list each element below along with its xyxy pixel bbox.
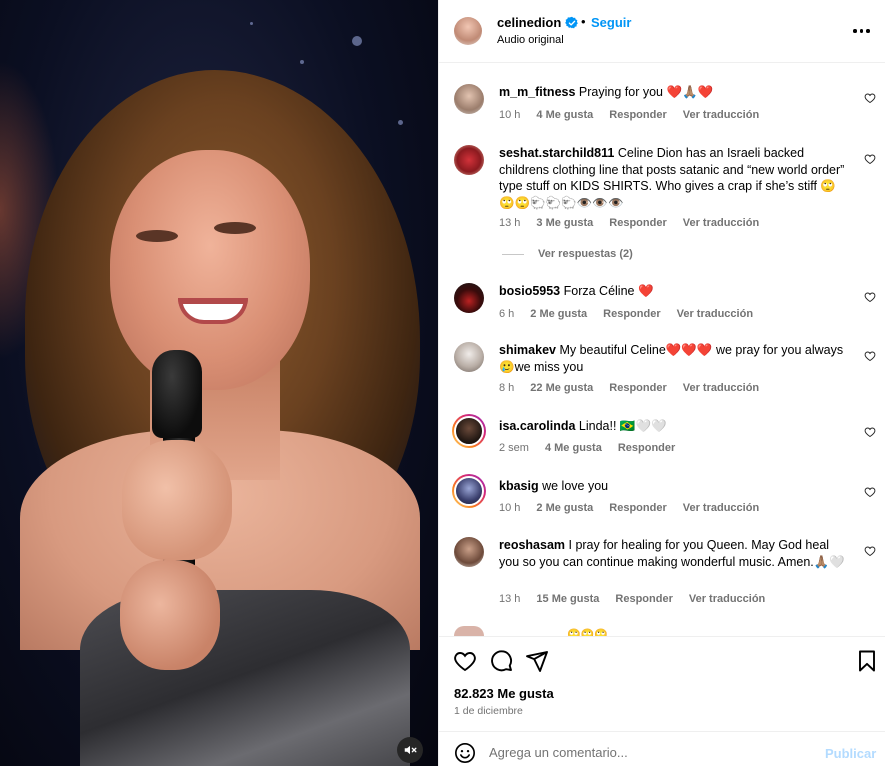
commenter-avatar[interactable] [452, 414, 486, 448]
follow-button[interactable]: Seguir [591, 15, 631, 30]
commenter-avatar[interactable] [454, 283, 484, 313]
view-replies-label: Ver respuestas (2) [538, 248, 633, 260]
mute-button[interactable] [397, 737, 423, 763]
comment-meta: 6 h 2 Me gusta Responder Ver traducción [499, 308, 753, 320]
comment-time[interactable]: 13 h [499, 217, 520, 229]
stage-sparkle [352, 36, 362, 46]
translate-button[interactable]: Ver traducción [683, 502, 759, 514]
commenter-avatar[interactable] [454, 537, 484, 567]
translate-button[interactable]: Ver traducción [683, 109, 759, 121]
translate-button[interactable]: Ver traducción [683, 217, 759, 229]
comment-heart-icon[interactable] [864, 153, 876, 165]
likes-count[interactable]: 82.823 Me gusta [454, 686, 554, 701]
post-video[interactable] [0, 0, 438, 766]
comment-username[interactable]: seshat.starchild811 [499, 146, 614, 160]
comment-heart-icon[interactable] [864, 486, 876, 498]
comment-heart-icon[interactable] [864, 92, 876, 104]
comment-likes[interactable]: 4 Me gusta [536, 109, 593, 121]
author-username[interactable]: celinedion [497, 15, 561, 30]
reply-button[interactable]: Responder [609, 502, 666, 514]
comment-likes[interactable]: 2 Me gusta [530, 308, 587, 320]
commenter-avatar[interactable] [452, 474, 486, 508]
post-actions: 82.823 Me gusta 1 de diciembre [439, 636, 885, 731]
comment-username[interactable]: m_m_fitness [499, 85, 575, 99]
comment-heart-icon[interactable] [864, 350, 876, 362]
translate-button[interactable]: Ver traducción [689, 593, 765, 605]
performer-face [110, 150, 310, 390]
view-replies-button[interactable]: Ver respuestas (2) [502, 248, 633, 260]
post-header: celinedion • Seguir Audio original [439, 0, 885, 63]
replies-divider [502, 253, 524, 255]
comment-heart-icon[interactable] [864, 545, 876, 557]
more-options-icon[interactable] [853, 24, 871, 38]
stage-sparkle [398, 120, 403, 125]
stage-sparkle [250, 22, 253, 25]
performer-hand [120, 560, 220, 670]
reply-button[interactable]: Responder [615, 593, 672, 605]
commenter-avatar[interactable] [454, 145, 484, 175]
comment-text: Forza Céline ❤️ [563, 284, 654, 298]
commenter-photo [454, 476, 484, 506]
comment-heart-icon[interactable] [864, 426, 876, 438]
comment-meta: 10 h 2 Me gusta Responder Ver traducción [499, 502, 759, 514]
comment-meta: 8 h 22 Me gusta Responder Ver traducción [499, 382, 759, 394]
comment-text: Linda!! 🇧🇷🤍🤍 [578, 419, 667, 433]
comment-likes[interactable]: 3 Me gusta [536, 217, 593, 229]
comment-time[interactable]: 8 h [499, 382, 514, 394]
comment-meta: 10 h 4 Me gusta Responder Ver traducción [499, 109, 759, 121]
post-details-panel: celinedion • Seguir Audio original m_m_f… [438, 0, 885, 766]
reply-button[interactable]: Responder [609, 382, 666, 394]
comment-likes[interactable]: 4 Me gusta [545, 442, 602, 454]
comment-time[interactable]: 13 h [499, 593, 520, 605]
comment-username[interactable]: reoshasam [499, 538, 565, 552]
partial-comment-text: 🙄🙄🙄 [567, 629, 609, 636]
performer-eye [136, 230, 178, 242]
performer-hand [122, 440, 232, 560]
commenter-avatar-partial[interactable] [454, 626, 484, 636]
comment-heart-icon[interactable] [864, 291, 876, 303]
reply-button[interactable]: Responder [609, 217, 666, 229]
add-comment-bar: Publicar [439, 731, 885, 766]
stage-sparkle [300, 60, 304, 64]
comment-time[interactable]: 10 h [499, 502, 520, 514]
microphone-head [152, 350, 202, 438]
comment-text: Praying for you ❤️🙏🏽❤️ [578, 85, 714, 99]
reply-button[interactable]: Responder [603, 308, 660, 320]
author-avatar[interactable] [454, 17, 482, 45]
translate-button[interactable]: Ver traducción [683, 382, 759, 394]
commenter-photo [454, 416, 484, 446]
comment-likes[interactable]: 22 Me gusta [530, 382, 593, 394]
comment-text: we love you [542, 479, 609, 493]
comment-username[interactable]: shimakev [499, 343, 556, 357]
mute-icon [404, 745, 417, 755]
post-date[interactable]: 1 de diciembre [454, 705, 523, 717]
bookmark-icon[interactable] [855, 649, 879, 673]
comment-likes[interactable]: 2 Me gusta [536, 502, 593, 514]
comment-username[interactable]: bosio5953 [499, 284, 560, 298]
heart-icon[interactable] [453, 649, 477, 673]
comment-time[interactable]: 10 h [499, 109, 520, 121]
comment-meta: 13 h 15 Me gusta Responder Ver traducció… [499, 593, 765, 605]
translate-button[interactable]: Ver traducción [677, 308, 753, 320]
commenter-avatar[interactable] [454, 342, 484, 372]
comment-meta: 13 h 3 Me gusta Responder Ver traducción [499, 217, 759, 229]
performer-eye [214, 222, 256, 234]
comment-icon[interactable] [489, 649, 513, 673]
reply-button[interactable]: Responder [609, 109, 666, 121]
comment-meta: 2 sem 4 Me gusta Responder [499, 442, 675, 454]
share-icon[interactable] [525, 649, 549, 673]
comment-username[interactable]: kbasig [499, 479, 539, 493]
commenter-avatar[interactable] [454, 84, 484, 114]
comment-time[interactable]: 6 h [499, 308, 514, 320]
reply-button[interactable]: Responder [618, 442, 675, 454]
comment-time[interactable]: 2 sem [499, 442, 529, 454]
comment-username[interactable]: isa.carolinda [499, 419, 575, 433]
emoji-icon[interactable] [454, 742, 476, 764]
comment-input[interactable] [489, 740, 809, 764]
header-separator: • [581, 14, 586, 29]
comment-likes[interactable]: 15 Me gusta [536, 593, 599, 605]
publish-button[interactable]: Publicar [825, 746, 876, 761]
verified-badge-icon [565, 16, 578, 29]
audio-label[interactable]: Audio original [497, 34, 564, 46]
